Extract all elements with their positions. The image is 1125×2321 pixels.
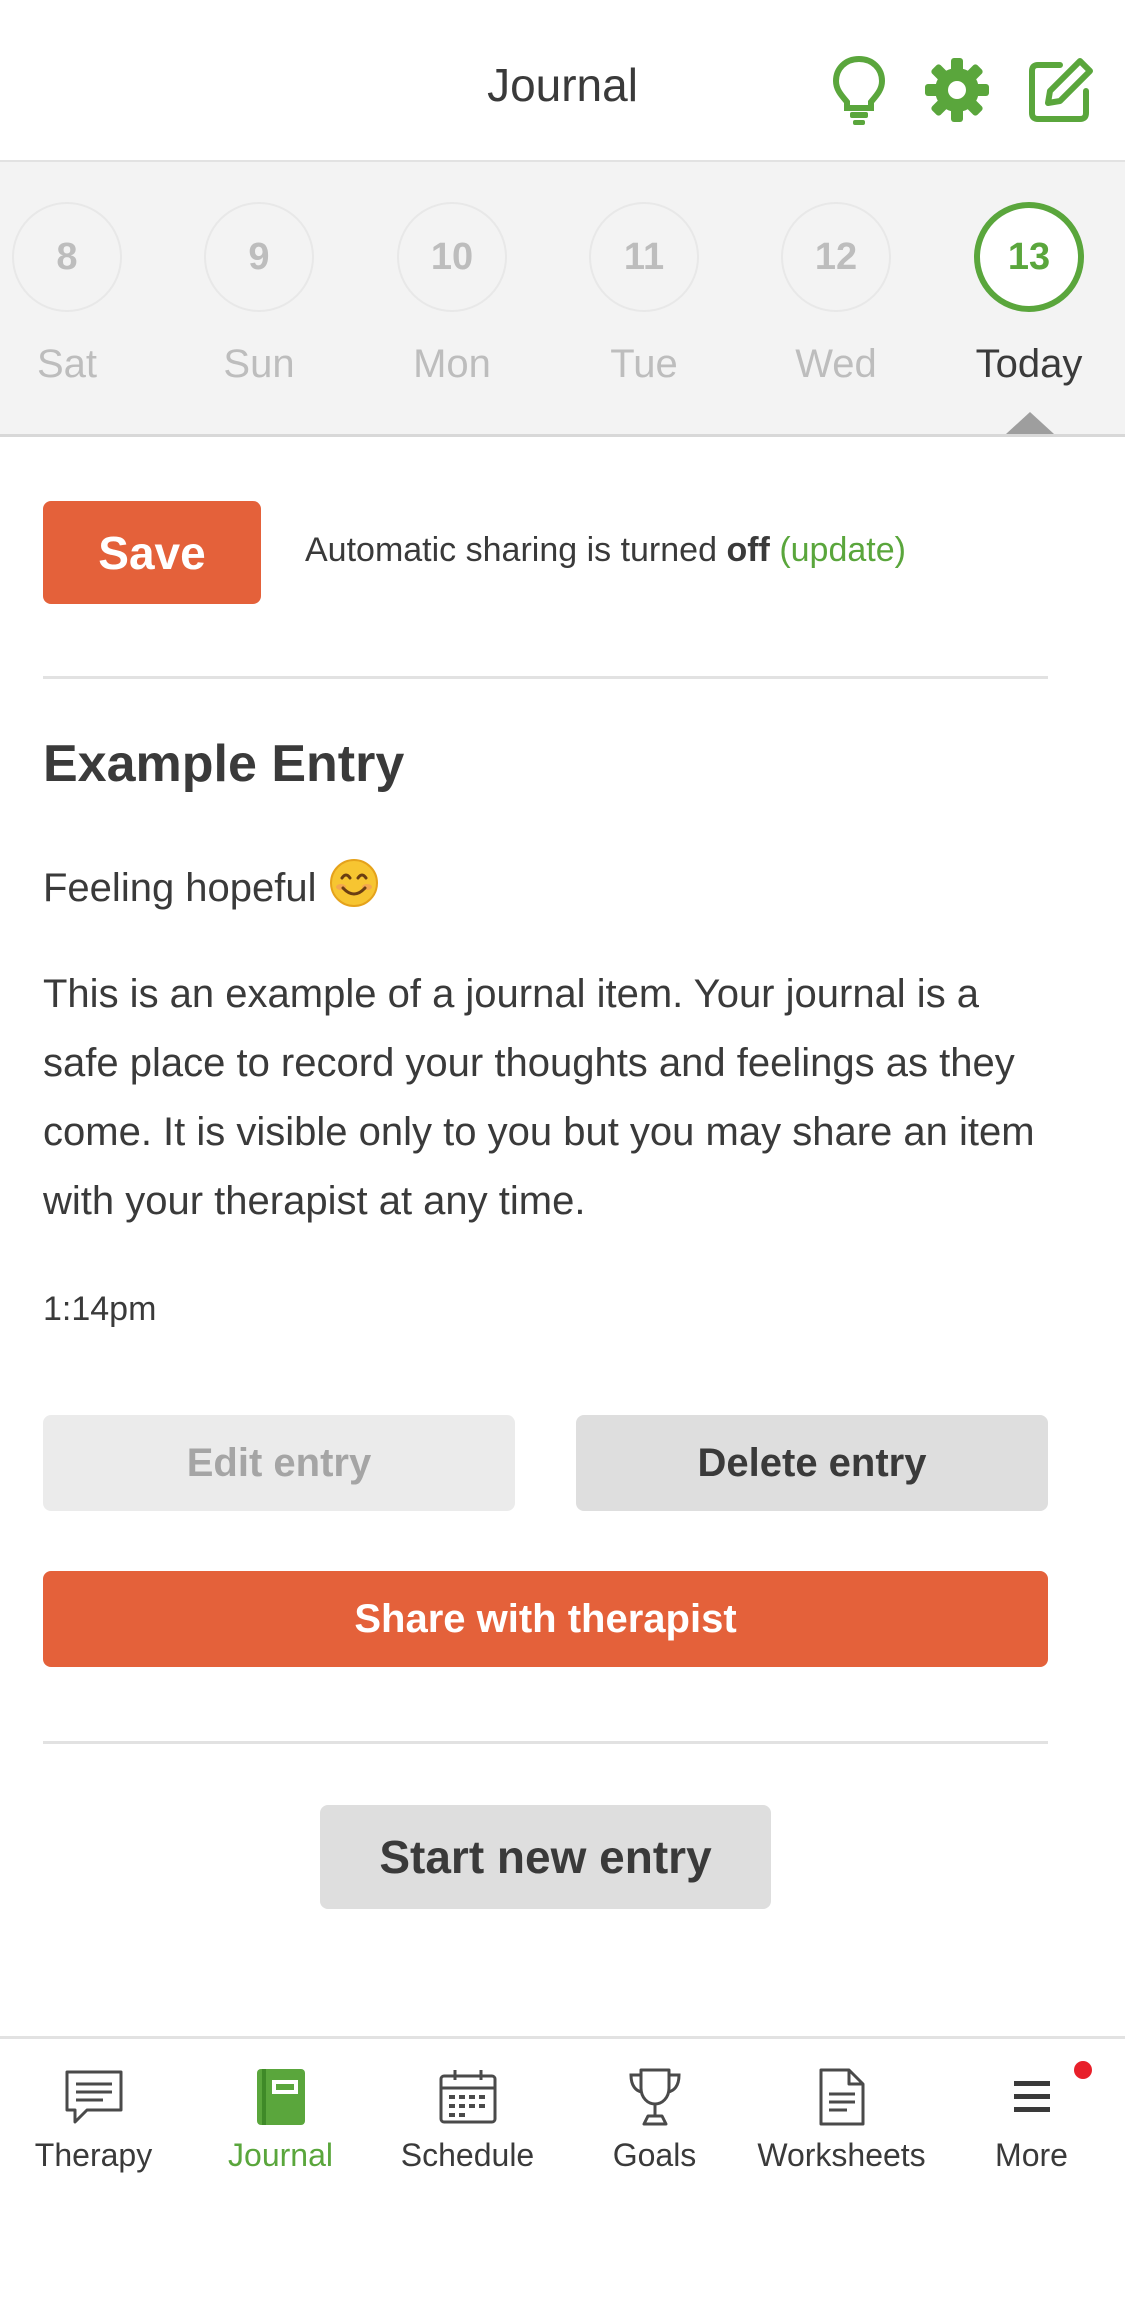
- divider: [43, 1741, 1048, 1744]
- divider: [43, 676, 1048, 679]
- edit-icon[interactable]: [1023, 52, 1099, 128]
- chat-icon: [0, 2065, 187, 2129]
- day-number: 8: [12, 202, 122, 312]
- share-with-therapist-button[interactable]: Share with therapist: [43, 1571, 1048, 1667]
- tab-label: Therapy: [34, 2137, 153, 2173]
- tab-label: Schedule: [400, 2137, 535, 2173]
- trophy-icon: [561, 2065, 748, 2129]
- sharing-prefix: Automatic sharing is turned: [305, 531, 717, 569]
- app-header: Journal: [0, 0, 1125, 162]
- bottom-tab-bar: Therapy Journal Schedule Goals Worksheet…: [0, 2036, 1125, 2321]
- day-name: Mon: [413, 342, 491, 386]
- day-mon[interactable]: 10 Mon: [373, 162, 533, 434]
- menu-icon: [938, 2065, 1125, 2129]
- day-name: Wed: [795, 342, 877, 386]
- tab-more[interactable]: More: [938, 2039, 1125, 2199]
- day-sat[interactable]: 8 Sat: [0, 162, 148, 434]
- journal-icon: [187, 2065, 374, 2129]
- mood-emoji: [329, 858, 379, 918]
- tab-therapy[interactable]: Therapy: [0, 2039, 187, 2199]
- tab-label: Journal: [228, 2137, 333, 2173]
- delete-entry-button[interactable]: Delete entry: [576, 1415, 1048, 1511]
- day-number: 9: [204, 202, 314, 312]
- day-wed[interactable]: 12 Wed: [757, 162, 917, 434]
- sharing-state: off: [726, 531, 770, 569]
- calendar-icon: [374, 2065, 561, 2129]
- edit-entry-button[interactable]: Edit entry: [43, 1415, 515, 1511]
- tab-label: Goals: [612, 2137, 697, 2173]
- lightbulb-icon[interactable]: [821, 52, 897, 128]
- tab-schedule[interactable]: Schedule: [374, 2039, 561, 2199]
- tab-worksheets[interactable]: Worksheets: [748, 2039, 935, 2199]
- day-today[interactable]: 13 Today: [950, 162, 1110, 434]
- save-button[interactable]: Save: [43, 501, 261, 604]
- date-strip: 8 Sat 9 Sun 10 Mon 11 Tue 12 Wed 13 Toda…: [0, 162, 1125, 437]
- day-number: 13: [974, 202, 1084, 312]
- day-number: 12: [781, 202, 891, 312]
- day-sun[interactable]: 9 Sun: [180, 162, 340, 434]
- selected-day-pointer: [1006, 412, 1054, 434]
- day-name: Sat: [36, 342, 98, 386]
- tab-label: Worksheets: [757, 2137, 926, 2173]
- day-number: 11: [589, 202, 699, 312]
- tab-goals[interactable]: Goals: [561, 2039, 748, 2199]
- document-icon: [748, 2065, 935, 2129]
- sharing-status: Automatic sharing is turned off (update): [305, 531, 906, 570]
- day-name: Tue: [610, 342, 678, 386]
- day-name: Today: [975, 342, 1083, 386]
- entry-mood: Feeling hopeful: [43, 858, 379, 918]
- notification-dot: [1074, 2061, 1092, 2079]
- entry-title: Example Entry: [43, 735, 405, 793]
- update-sharing-link[interactable]: (update): [779, 531, 906, 569]
- tab-journal[interactable]: Journal: [187, 2039, 374, 2199]
- entry-time: 1:14pm: [43, 1290, 157, 1328]
- mood-text: Feeling hopeful: [43, 865, 317, 910]
- day-tue[interactable]: 11 Tue: [565, 162, 725, 434]
- start-new-entry-button[interactable]: Start new entry: [320, 1805, 771, 1909]
- gear-icon[interactable]: [919, 52, 995, 128]
- tab-label: More: [995, 2137, 1068, 2173]
- entry-body: This is an example of a journal item. Yo…: [43, 972, 1035, 1223]
- day-name: Sun: [223, 342, 295, 386]
- day-number: 10: [397, 202, 507, 312]
